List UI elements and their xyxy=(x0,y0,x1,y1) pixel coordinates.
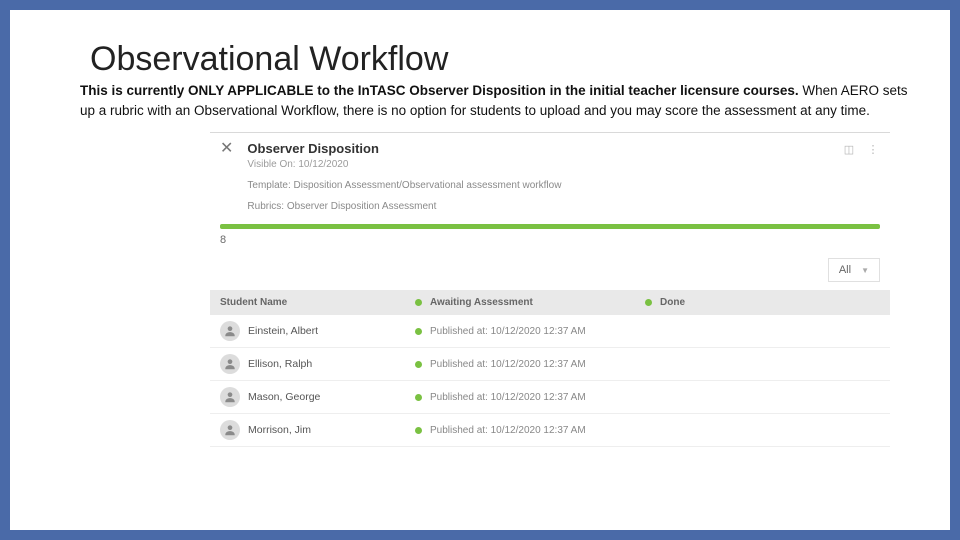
status-dot-icon xyxy=(415,427,422,434)
published-at: Published at: 10/12/2020 12:37 AM xyxy=(430,425,586,436)
avatar-icon xyxy=(220,387,240,407)
published-at: Published at: 10/12/2020 12:37 AM xyxy=(430,326,586,337)
filter-label: All xyxy=(839,264,851,276)
avatar-icon xyxy=(220,354,240,374)
status-dot-icon xyxy=(415,328,422,335)
table-row[interactable]: Ellison, Ralph Published at: 10/12/2020 … xyxy=(210,348,890,381)
table-header: Student Name Awaiting Assessment Done xyxy=(210,290,890,315)
student-name: Ellison, Ralph xyxy=(248,358,312,370)
template-label: Template: Disposition Assessment/Observa… xyxy=(247,180,842,191)
progress-bar xyxy=(220,224,880,229)
avatar-icon xyxy=(220,321,240,341)
more-menu-icon[interactable]: ⋮ xyxy=(866,143,880,157)
table-row[interactable]: Einstein, Albert Published at: 10/12/202… xyxy=(210,315,890,348)
col-header-awaiting: Awaiting Assessment xyxy=(415,297,645,308)
status-dot-icon xyxy=(415,361,422,368)
table-row[interactable]: Morrison, Jim Published at: 10/12/2020 1… xyxy=(210,414,890,447)
panel-header: ✕ Observer Disposition Visible On: 10/12… xyxy=(210,133,890,218)
avatar-icon xyxy=(220,420,240,440)
progress-section: 8 xyxy=(210,218,890,254)
student-name: Mason, George xyxy=(248,391,320,403)
header-tools: ◫ ⋮ xyxy=(842,141,880,157)
status-dot-icon xyxy=(415,394,422,401)
col-header-awaiting-label: Awaiting Assessment xyxy=(430,297,533,308)
col-header-done-label: Done xyxy=(660,297,685,308)
published-at: Published at: 10/12/2020 12:37 AM xyxy=(430,392,586,403)
student-name: Einstein, Albert xyxy=(248,325,318,337)
chevron-down-icon: ▼ xyxy=(861,266,869,275)
desc-emphasis: This is currently ONLY APPLICABLE to the… xyxy=(80,83,799,98)
page-description: This is currently ONLY APPLICABLE to the… xyxy=(80,81,910,120)
close-icon[interactable]: ✕ xyxy=(220,141,233,157)
header-text-block: Observer Disposition Visible On: 10/12/2… xyxy=(247,141,842,212)
bar-chart-icon[interactable]: ◫ xyxy=(842,143,856,157)
assessment-title: Observer Disposition xyxy=(247,141,842,156)
filter-row: All ▼ xyxy=(210,254,890,290)
filter-dropdown[interactable]: All ▼ xyxy=(828,258,880,282)
status-dot-icon xyxy=(645,299,652,306)
visible-on-label: Visible On: 10/12/2020 xyxy=(247,159,842,170)
col-header-student: Student Name xyxy=(220,297,415,308)
status-dot-icon xyxy=(415,299,422,306)
rubrics-label: Rubrics: Observer Disposition Assessment xyxy=(247,201,842,212)
table-row[interactable]: Mason, George Published at: 10/12/2020 1… xyxy=(210,381,890,414)
slide-frame: Observational Workflow This is currently… xyxy=(0,0,960,540)
student-name: Morrison, Jim xyxy=(248,424,311,436)
screenshot-panel: ✕ Observer Disposition Visible On: 10/12… xyxy=(210,132,890,447)
progress-count: 8 xyxy=(220,234,880,246)
published-at: Published at: 10/12/2020 12:37 AM xyxy=(430,359,586,370)
page-title: Observational Workflow xyxy=(90,40,920,79)
col-header-done: Done xyxy=(645,297,880,308)
